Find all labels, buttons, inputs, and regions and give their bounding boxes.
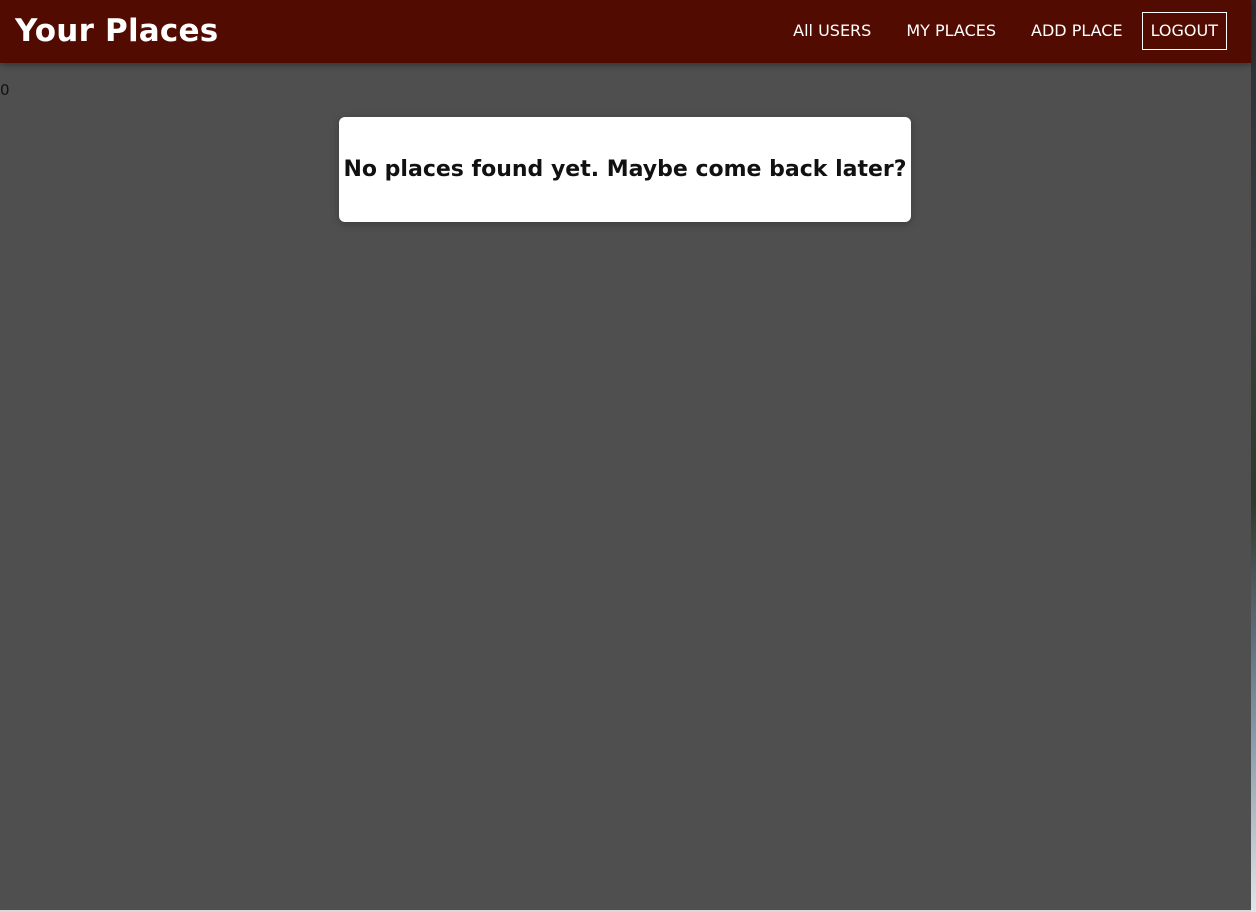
nav-link-all-users[interactable]: All USERS <box>784 12 880 50</box>
background-image-edge <box>1251 0 1256 912</box>
main-header: Your Places All USERS MY PLACES ADD PLAC… <box>0 0 1251 63</box>
logout-button[interactable]: LOGOUT <box>1141 12 1227 50</box>
brand-title-link[interactable]: Your Places <box>15 11 218 51</box>
nav-link-add-place[interactable]: ADD PLACE <box>1022 12 1132 50</box>
nav-link-my-places[interactable]: MY PLACES <box>897 12 1005 50</box>
empty-state-card: No places found yet. Maybe come back lat… <box>339 117 911 222</box>
main-nav: All USERS MY PLACES ADD PLACE LOGOUT <box>767 12 1227 50</box>
places-count: 0 <box>0 81 10 99</box>
empty-state-message: No places found yet. Maybe come back lat… <box>343 157 907 182</box>
